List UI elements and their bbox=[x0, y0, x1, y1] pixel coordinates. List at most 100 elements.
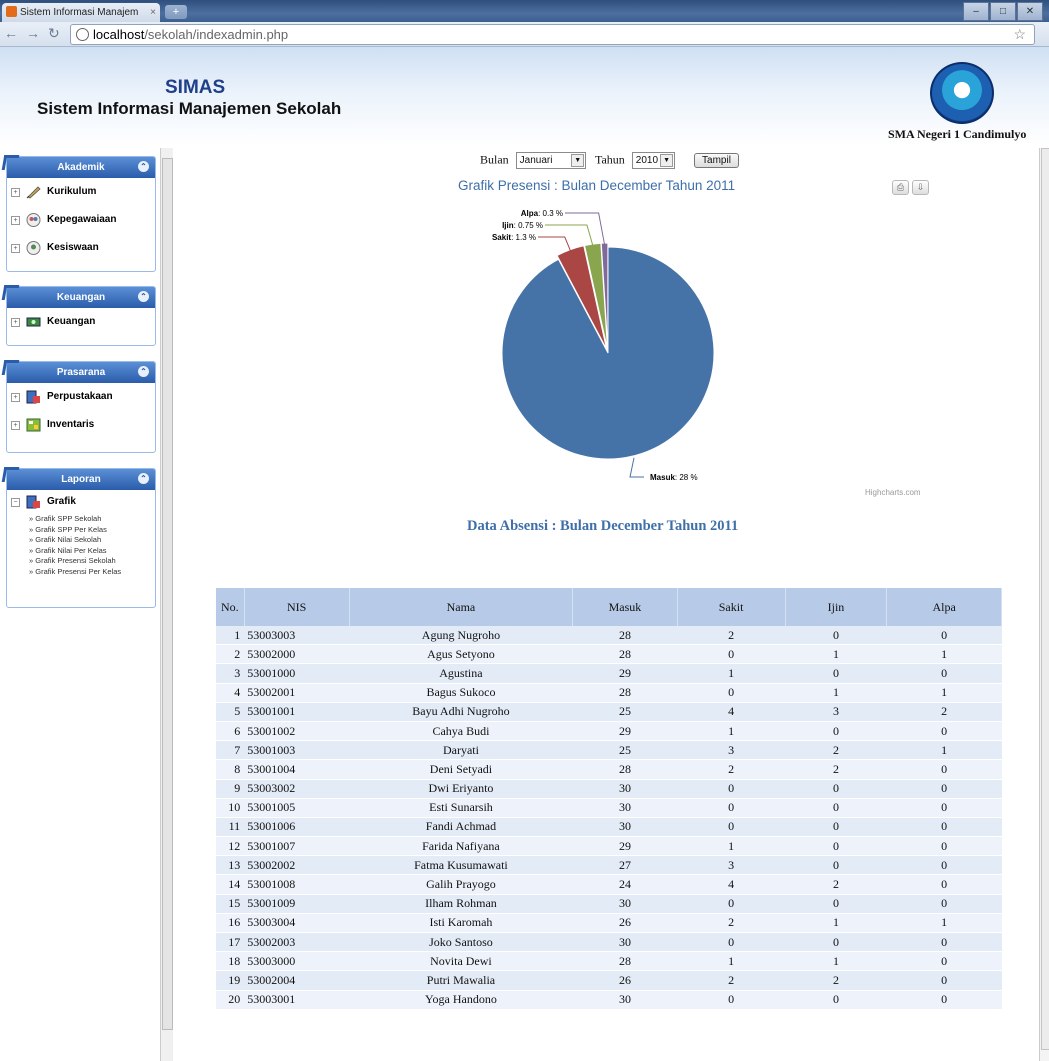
table-row: 19 53002004 Putri Mawalia 26 2 2 0 bbox=[216, 970, 1002, 991]
scrollbar-thumb[interactable] bbox=[1041, 148, 1049, 1050]
cell-masuk: 30 bbox=[572, 990, 678, 1010]
expand-icon[interactable]: + bbox=[11, 393, 20, 402]
cell-ijin: 0 bbox=[785, 626, 887, 646]
cell-no: 2 bbox=[216, 644, 245, 665]
browser-titlebar: Sistem Informasi Manajem × + – □ ✕ bbox=[0, 0, 1049, 22]
table-row: 17 53002003 Joko Santoso 30 0 0 0 bbox=[216, 932, 1002, 953]
cell-nama: Dwi Eriyanto bbox=[349, 779, 573, 799]
cell-no: 6 bbox=[216, 721, 245, 742]
back-icon[interactable]: ← bbox=[4, 25, 18, 41]
link-grafik-spp-sekolah[interactable]: » Grafik SPP Sekolah bbox=[7, 514, 155, 525]
forward-icon[interactable]: → bbox=[26, 25, 40, 41]
print-icon[interactable]: ⎙ bbox=[892, 180, 909, 195]
browser-toolbar: ← → ↻ localhost/sekolah/indexadmin.php ☆ bbox=[0, 22, 1049, 47]
cell-nis: 53001002 bbox=[244, 721, 350, 742]
link-grafik-presensi-per-kelas[interactable]: » Grafik Presensi Per Kelas bbox=[7, 567, 155, 578]
sidebar-item-kurikulum[interactable]: + Kurikulum bbox=[7, 178, 155, 206]
collapse-icon[interactable]: ⌃ bbox=[138, 161, 149, 172]
cell-alpa: 0 bbox=[886, 874, 1002, 895]
cell-no: 9 bbox=[216, 779, 245, 799]
chart-credits[interactable]: Highcharts.com bbox=[865, 488, 921, 497]
cell-nis: 53001008 bbox=[244, 874, 350, 895]
maximize-button[interactable]: □ bbox=[990, 2, 1016, 21]
sidebar-item-grafik[interactable]: − Grafik bbox=[7, 490, 155, 514]
sidebar-item-kepegawaiaan[interactable]: + Kepegawaiaan bbox=[7, 206, 155, 234]
cell-sakit: 0 bbox=[677, 779, 786, 799]
link-grafik-presensi-sekolah[interactable]: » Grafik Presensi Sekolah bbox=[7, 556, 155, 567]
table-row: 1 53003003 Agung Nugroho 28 2 0 0 bbox=[216, 626, 1002, 646]
collapse-icon[interactable]: ⌃ bbox=[138, 473, 149, 484]
expand-icon[interactable]: + bbox=[11, 244, 20, 253]
panel-header[interactable]: Keuangan ⌃ bbox=[1, 285, 155, 308]
cell-alpa: 1 bbox=[886, 913, 1002, 934]
cell-masuk: 29 bbox=[572, 836, 678, 857]
cell-nama: Cahya Budi bbox=[349, 721, 573, 742]
cell-ijin: 2 bbox=[785, 874, 887, 895]
panel-title: Akademik bbox=[57, 162, 105, 173]
sidebar-item-label: Kesiswaan bbox=[47, 242, 99, 253]
link-grafik-nilai-sekolah[interactable]: » Grafik Nilai Sekolah bbox=[7, 535, 155, 546]
scrollbar-thumb[interactable] bbox=[162, 158, 173, 1030]
close-window-button[interactable]: ✕ bbox=[1017, 2, 1043, 21]
bookmark-star-icon[interactable]: ☆ bbox=[1013, 25, 1026, 44]
browser-tab[interactable]: Sistem Informasi Manajem × bbox=[2, 3, 160, 22]
cell-nama: Deni Setyadi bbox=[349, 759, 573, 780]
cell-nama: Agustina bbox=[349, 663, 573, 684]
cell-no: 19 bbox=[216, 970, 245, 991]
sidebar-scrollbar[interactable] bbox=[160, 148, 173, 1061]
cell-masuk: 24 bbox=[572, 874, 678, 895]
collapse-tree-icon[interactable]: − bbox=[11, 498, 20, 507]
pie-label-masuk: Masuk: 28 % bbox=[650, 473, 698, 482]
collapse-icon[interactable]: ⌃ bbox=[138, 366, 149, 377]
cell-alpa: 0 bbox=[886, 779, 1002, 799]
tahun-select[interactable]: 2010 ▼ bbox=[631, 152, 676, 169]
globe-icon bbox=[76, 28, 89, 41]
expand-icon[interactable]: + bbox=[11, 188, 20, 197]
panel-header[interactable]: Laporan ⌃ bbox=[1, 467, 155, 490]
sidebar-item-kesiswaan[interactable]: + Kesiswaan bbox=[7, 234, 155, 262]
page-scrollbar[interactable] bbox=[1039, 148, 1049, 1061]
panel-corner-icon bbox=[1, 360, 20, 375]
panel-corner-icon bbox=[1, 155, 20, 170]
reload-icon[interactable]: ↻ bbox=[48, 25, 60, 42]
sidebar-item-perpustakaan[interactable]: + Perpustakaan bbox=[7, 383, 155, 411]
panel-keuangan: Keuangan ⌃ + Keuangan bbox=[1, 285, 156, 346]
panel-header[interactable]: Prasarana ⌃ bbox=[1, 360, 155, 383]
cell-no: 7 bbox=[216, 740, 245, 761]
expand-icon[interactable]: + bbox=[11, 318, 20, 327]
link-grafik-spp-per-kelas[interactable]: » Grafik SPP Per Kelas bbox=[7, 525, 155, 536]
cell-ijin: 1 bbox=[785, 913, 887, 934]
cell-nama: Agung Nugroho bbox=[349, 626, 573, 646]
collapse-icon[interactable]: ⌃ bbox=[138, 291, 149, 302]
sidebar-item-keuangan[interactable]: + Keuangan bbox=[7, 308, 155, 336]
school-name: SMA Negeri 1 Candimulyo bbox=[888, 127, 1027, 141]
sidebar-item-inventaris[interactable]: + Inventaris bbox=[7, 411, 155, 439]
cell-alpa: 0 bbox=[886, 990, 1002, 1010]
cell-nama: Fandi Achmad bbox=[349, 817, 573, 838]
pie-label-name: Masuk bbox=[650, 473, 675, 482]
pie-label-sakit: Sakit: 1.3 % bbox=[492, 233, 536, 242]
new-tab-button[interactable]: + bbox=[165, 5, 187, 19]
download-icon[interactable]: ⇩ bbox=[912, 180, 929, 195]
inventory-icon bbox=[26, 418, 41, 432]
cell-alpa: 2 bbox=[886, 702, 1002, 722]
sidebar-item-label: Grafik bbox=[47, 496, 76, 507]
bulan-select[interactable]: Januari ▼ bbox=[515, 152, 587, 169]
link-grafik-nilai-per-kelas[interactable]: » Grafik Nilai Per Kelas bbox=[7, 546, 155, 557]
address-bar[interactable]: localhost/sekolah/indexadmin.php ☆ bbox=[70, 24, 1035, 45]
cell-alpa: 0 bbox=[886, 932, 1002, 953]
table-row: 5 53001001 Bayu Adhi Nugroho 25 4 3 2 bbox=[216, 702, 1002, 722]
panel-header[interactable]: Akademik ⌃ bbox=[1, 155, 155, 178]
expand-icon[interactable]: + bbox=[11, 421, 20, 430]
school-logo-icon bbox=[930, 62, 994, 124]
cell-nis: 53002001 bbox=[244, 683, 350, 703]
minimize-button[interactable]: – bbox=[963, 2, 989, 21]
cell-nis: 53003002 bbox=[244, 779, 350, 799]
cell-masuk: 28 bbox=[572, 759, 678, 780]
cell-no: 14 bbox=[216, 874, 245, 895]
chart-title: Grafik Presensi : Bulan December Tahun 2… bbox=[458, 178, 736, 193]
tab-close-button[interactable]: × bbox=[150, 3, 156, 22]
sidebar: Akademik ⌃ + Kurikulum + Kepegawaiaan + Kesi… bbox=[0, 148, 160, 1061]
tampil-button[interactable]: Tampil bbox=[694, 153, 739, 168]
expand-icon[interactable]: + bbox=[11, 216, 20, 225]
